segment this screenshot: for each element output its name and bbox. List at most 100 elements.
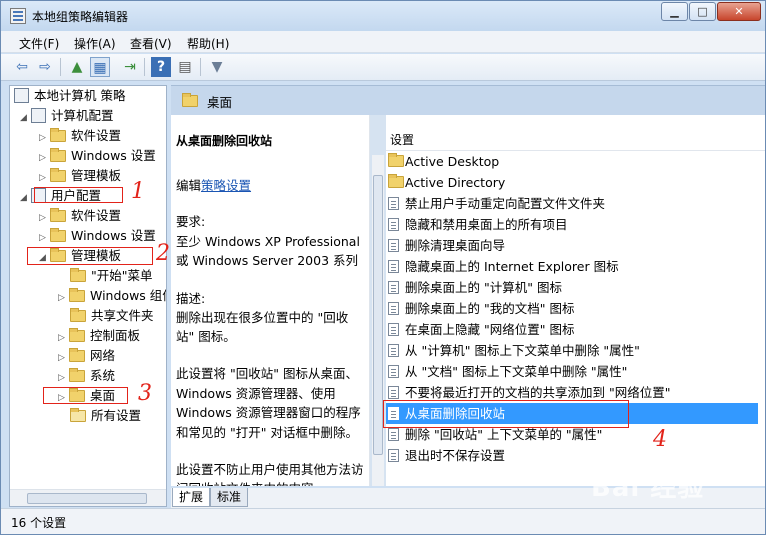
maximize-button[interactable]: □	[689, 2, 716, 21]
tree-label: "开始"菜单	[91, 268, 153, 283]
close-button[interactable]: ✕	[717, 2, 761, 21]
policy-setting-icon	[388, 365, 399, 378]
desc-line: 此设置不防止用户使用其他方法访	[176, 462, 364, 477]
list-item[interactable]: 在桌面上隐藏 "网络位置" 图标	[386, 319, 758, 340]
tree-computer-config[interactable]: ◢ 计算机配置	[20, 106, 114, 126]
tree-user-windows-settings[interactable]: ▷ Windows 设置	[39, 226, 156, 246]
list-item[interactable]: 退出时不保存设置	[386, 445, 758, 466]
list-item[interactable]: 隐藏和禁用桌面上的所有项目	[386, 214, 758, 235]
expand-arrow-icon[interactable]: ▷	[58, 288, 69, 308]
tree-label: Windows 设置	[71, 148, 156, 163]
desc-line: 要求:	[176, 214, 206, 229]
tree-horizontal-scrollbar[interactable]	[10, 489, 166, 506]
list-item-label: 删除桌面上的 "计算机" 图标	[405, 280, 562, 295]
folder-icon	[69, 348, 85, 362]
tab-standard[interactable]: 标准	[210, 488, 249, 507]
list-item-label: Active Desktop	[405, 154, 500, 169]
desc-line: 和常见的 "打开" 对话框中删除。	[176, 425, 358, 440]
expand-arrow-icon[interactable]: ▷	[39, 168, 50, 188]
annotation-box-desktop	[43, 387, 128, 404]
tree-system[interactable]: ▷ 系统	[58, 366, 115, 386]
list-item[interactable]: 删除清理桌面向导	[386, 235, 758, 256]
scrollbar-thumb[interactable]	[373, 175, 383, 455]
show-hide-tree-icon[interactable]: ▦	[90, 57, 110, 77]
desc-line: 此设置将 "回收站" 图标从桌面、	[176, 366, 358, 381]
policy-setting-icon	[388, 239, 399, 252]
annotation-box-selected-setting	[383, 400, 629, 428]
policy-setting-icon	[388, 260, 399, 273]
expand-arrow-icon[interactable]: ▷	[58, 368, 69, 388]
menu-action[interactable]: 操作(A)	[74, 35, 116, 52]
tree-all-settings[interactable]: 所有设置	[70, 406, 141, 426]
list-item[interactable]: 从 "文档" 图标上下文菜单中删除 "属性"	[386, 361, 758, 382]
list-item[interactable]: 删除桌面上的 "我的文档" 图标	[386, 298, 758, 319]
tab-extended[interactable]: 扩展	[172, 488, 211, 507]
tree-admin-templates[interactable]: ▷ 管理模板	[39, 166, 121, 186]
policy-setting-icon	[388, 197, 399, 210]
list-vertical-scrollbar[interactable]	[372, 155, 384, 486]
tree-windows-components[interactable]: ▷ Windows 组件	[58, 286, 167, 308]
list-item-label: 退出时不保存设置	[405, 448, 506, 463]
list-item-label: 隐藏桌面上的 Internet Explorer 图标	[405, 259, 619, 274]
expand-arrow-icon[interactable]: ▷	[39, 208, 50, 228]
tree-root[interactable]: 本地计算机 策略	[14, 86, 125, 106]
list-item-label: 在桌面上隐藏 "网络位置" 图标	[405, 322, 575, 337]
expand-arrow-icon[interactable]: ▷	[39, 228, 50, 248]
tree-label: Windows 组件	[90, 288, 167, 303]
list-item-label: Active Directory	[405, 175, 506, 190]
tree-control-panel[interactable]: ▷ 控制面板	[58, 326, 140, 346]
tree-label: 所有设置	[91, 408, 142, 423]
list-item-label: 隐藏和禁用桌面上的所有项目	[405, 217, 568, 232]
tree-label: 网络	[90, 348, 116, 363]
expand-arrow-icon[interactable]: ▷	[39, 148, 50, 168]
policy-setting-icon	[388, 302, 399, 315]
setting-title: 从桌面删除回收站	[176, 134, 273, 148]
edit-policy-link[interactable]: 策略设置	[201, 178, 251, 193]
export-list-icon[interactable]: ⇥	[120, 57, 140, 77]
menu-view[interactable]: 查看(V)	[130, 35, 172, 52]
policy-setting-icon	[388, 344, 399, 357]
menu-help[interactable]: 帮助(H)	[187, 35, 229, 52]
tree-label: 共享文件夹	[91, 308, 154, 323]
tree-label: 系统	[90, 368, 116, 383]
expand-arrow-icon[interactable]: ▷	[58, 328, 69, 348]
policy-setting-icon	[388, 218, 399, 231]
back-arrow-icon[interactable]: ⇦	[12, 57, 32, 77]
filter-icon[interactable]: ▼	[207, 57, 227, 77]
list-item[interactable]: 从 "计算机" 图标上下文菜单中删除 "属性"	[386, 340, 758, 361]
policy-tree: 本地计算机 策略 ◢ 计算机配置 ▷ 软件设置 ▷ Windows 设置 ▷ 管理模板 …	[9, 85, 167, 507]
minimize-button[interactable]: ▁	[661, 2, 688, 21]
expand-arrow-icon[interactable]: ▷	[58, 348, 69, 368]
tree-shared-folders[interactable]: 共享文件夹	[70, 306, 154, 326]
tree-start-menu[interactable]: "开始"菜单	[70, 266, 153, 286]
list-item[interactable]: 隐藏桌面上的 Internet Explorer 图标	[386, 256, 758, 277]
list-item[interactable]: Active Directory	[386, 172, 758, 193]
tree-windows-settings[interactable]: ▷ Windows 设置	[39, 146, 156, 166]
tree-label: 软件设置	[71, 208, 122, 223]
menu-file[interactable]: 文件(F)	[19, 35, 59, 52]
list-item-label: 删除清理桌面向导	[405, 238, 506, 253]
forward-arrow-icon[interactable]: ⇨	[35, 57, 55, 77]
annotation-box-admin-templates	[27, 247, 153, 265]
tree-user-software-settings[interactable]: ▷ 软件设置	[39, 206, 121, 226]
policy-setting-icon	[388, 323, 399, 336]
help-icon[interactable]: ?	[151, 57, 171, 77]
annotation-box-user-config	[34, 187, 123, 203]
title-bar[interactable]: 本地组策略编辑器 ▁ □ ✕	[1, 1, 765, 31]
expand-arrow-icon[interactable]: ▷	[39, 128, 50, 148]
properties-icon[interactable]: ▤	[175, 57, 195, 77]
list-item[interactable]: Active Desktop	[386, 151, 758, 172]
tree-software-settings[interactable]: ▷ 软件设置	[39, 126, 121, 146]
settings-folder-icon	[70, 408, 86, 422]
tree-network[interactable]: ▷ 网络	[58, 346, 115, 366]
scrollbar-thumb[interactable]	[27, 493, 147, 504]
collapse-arrow-icon[interactable]: ◢	[20, 188, 31, 208]
collapse-arrow-icon[interactable]: ◢	[20, 108, 31, 128]
list-item[interactable]: 删除桌面上的 "计算机" 图标	[386, 277, 758, 298]
policy-setting-icon	[388, 428, 399, 441]
list-item[interactable]: 禁止用户手动重定向配置文件文件夹	[386, 193, 758, 214]
toolbar-separator	[200, 58, 201, 76]
folder-icon	[69, 288, 85, 302]
up-folder-icon[interactable]: ▲	[67, 57, 87, 77]
column-header-setting[interactable]: 设置	[386, 125, 765, 151]
